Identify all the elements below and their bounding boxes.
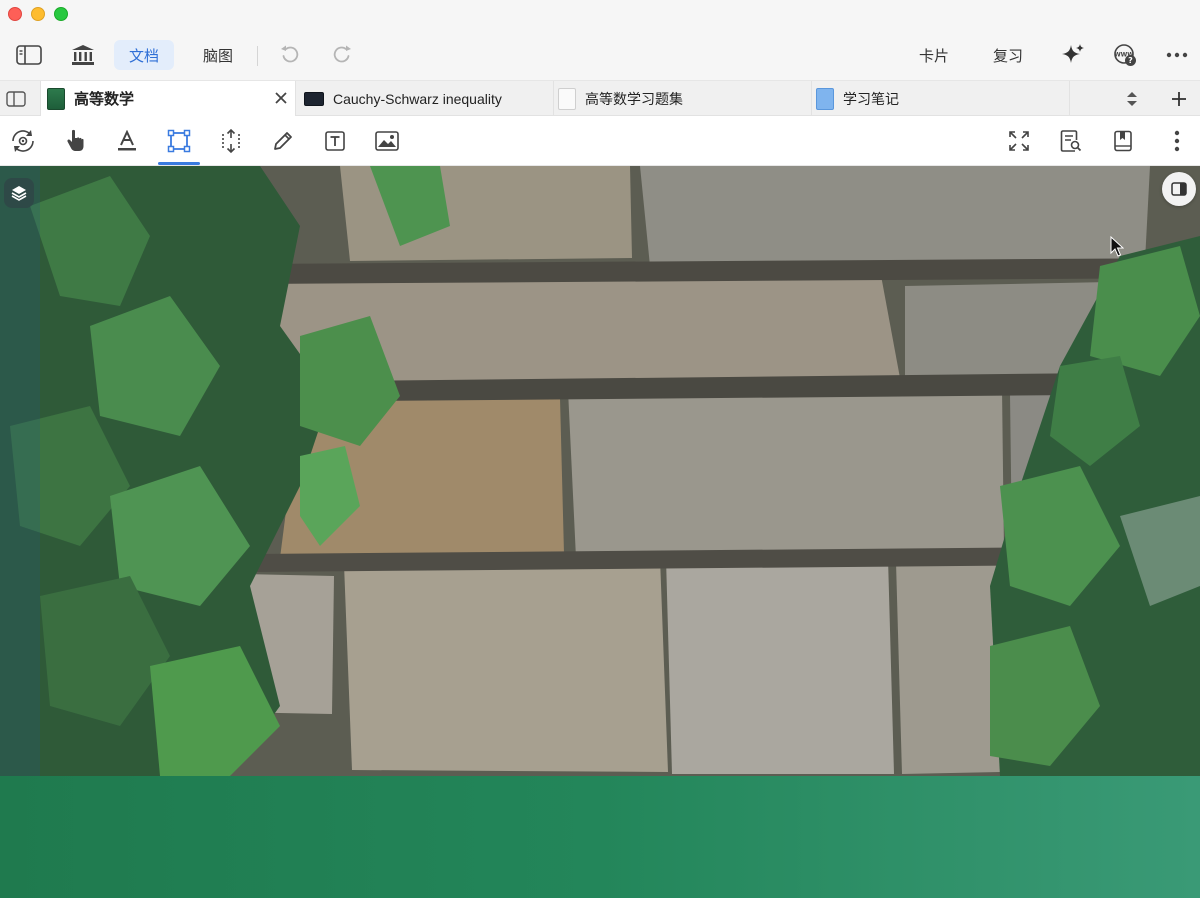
sync-settings-icon[interactable] xyxy=(8,126,38,156)
notebook-icon xyxy=(816,87,834,110)
image-insert-icon[interactable] xyxy=(372,126,402,156)
tab-cauchy-schwarz[interactable]: Cauchy-Schwarz inequality xyxy=(296,81,554,116)
toolbar-divider xyxy=(257,46,258,66)
hand-pointer-icon[interactable] xyxy=(60,126,90,156)
book-cover-icon xyxy=(47,87,65,110)
zoom-window-button[interactable] xyxy=(54,7,68,21)
active-tool-indicator xyxy=(158,162,200,165)
review-button[interactable]: 复习 xyxy=(982,40,1034,70)
tab-label: Cauchy-Schwarz inequality xyxy=(333,90,502,107)
undo-icon[interactable] xyxy=(276,40,304,70)
document-page-icon xyxy=(558,87,576,110)
close-tab-icon[interactable] xyxy=(273,90,289,106)
text-box-icon[interactable] xyxy=(320,126,350,156)
tab-label: 高等数学 xyxy=(74,91,135,108)
bookmark-book-icon[interactable] xyxy=(1108,126,1138,156)
side-panel-toggle-icon[interactable] xyxy=(1162,172,1196,206)
window-titlebar xyxy=(0,0,1200,30)
mindmap-mode-tab[interactable]: 脑图 xyxy=(190,40,246,70)
document-mode-tab[interactable]: 文档 xyxy=(114,40,174,70)
fullscreen-expand-icon[interactable] xyxy=(1004,126,1034,156)
tab-label: 学习笔记 xyxy=(843,90,899,107)
main-toolbar: 文档 脑图 卡片 复习 WWW? xyxy=(0,30,1200,80)
document-tabbar: 高等数学 Cauchy-Schwarz inequality 高等数学习题集 学… xyxy=(0,80,1200,116)
annotation-toolbar xyxy=(0,116,1200,166)
tab-study-notes[interactable]: 学习笔记 xyxy=(812,81,1070,116)
tab-gaodeng-shuxue[interactable]: 高等数学 xyxy=(40,81,296,116)
ai-sparkle-icon[interactable] xyxy=(1058,40,1088,70)
close-window-button[interactable] xyxy=(8,7,22,21)
green-cover-banner xyxy=(0,776,1200,898)
tab-label: 高等数学习题集 xyxy=(585,90,683,107)
video-thumbnail-icon xyxy=(304,91,324,106)
new-tab-plus-icon[interactable] xyxy=(1166,81,1192,116)
pencil-icon[interactable] xyxy=(268,126,298,156)
search-document-icon[interactable] xyxy=(1056,126,1086,156)
vertical-more-icon[interactable] xyxy=(1162,126,1192,156)
tab-overflow-chevron-icon[interactable] xyxy=(1120,81,1144,116)
tab-exercise-set[interactable]: 高等数学习题集 xyxy=(554,81,812,116)
panel-toggle-icon[interactable] xyxy=(4,81,28,116)
ivy-wall-image xyxy=(0,166,1200,776)
text-highlight-icon[interactable] xyxy=(112,126,142,156)
more-options-icon[interactable] xyxy=(1162,40,1192,70)
card-button[interactable]: 卡片 xyxy=(908,40,960,70)
svg-text:?: ? xyxy=(1128,56,1133,65)
sidebar-toggle-icon[interactable] xyxy=(14,40,44,70)
resize-crop-icon[interactable] xyxy=(216,126,246,156)
library-icon[interactable] xyxy=(68,40,98,70)
web-help-icon[interactable]: WWW? xyxy=(1110,40,1140,70)
layers-icon[interactable] xyxy=(4,178,34,208)
redo-icon[interactable] xyxy=(328,40,356,70)
minimize-window-button[interactable] xyxy=(31,7,45,21)
rectangle-select-icon[interactable] xyxy=(164,126,194,156)
document-canvas[interactable] xyxy=(0,166,1200,898)
mouse-cursor-icon xyxy=(1110,235,1125,263)
